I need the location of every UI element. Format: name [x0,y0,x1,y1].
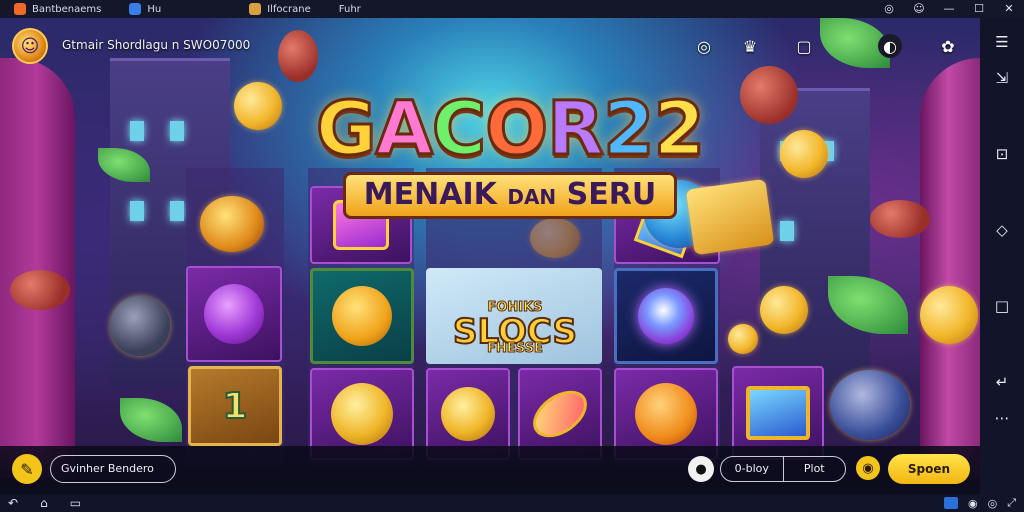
reel-symbol-text: 1 [221,385,248,428]
location-icon[interactable]: ◉ [968,497,978,510]
bean [870,200,930,238]
reel-cell [186,266,282,362]
volume-icon[interactable]: ◎ [988,497,998,510]
player-field[interactable]: Gvinher Bendero [50,455,176,483]
bean [10,270,70,310]
reel-cell [310,268,414,364]
account-icon[interactable]: ☺ [904,0,934,18]
hud-top: ☺ Gtmair Shordlagu n SWO07000 ◎ ♛ ▢ ◐ ✿ [0,18,980,74]
coin [200,196,264,252]
chat-icon[interactable]: ◐ [878,34,902,58]
emulator-window: Bantbenaems Hu Ilfocrane Fuhr ◎ ☺ — ☐ ✕ [0,0,1024,512]
reel-cell: 1 [188,366,282,446]
tab-game[interactable]: Ilfocrane [235,0,325,18]
coin [920,286,978,344]
tab-emulator-label: Hu [147,3,162,15]
recents-icon[interactable]: ▭ [70,496,81,510]
window-controls: ◎ ☺ — ☐ ✕ [874,0,1024,18]
curtain-right [920,58,980,478]
close-icon[interactable]: ✕ [994,0,1024,18]
fullscreen-icon[interactable]: ⤢ [1007,496,1016,510]
minimize-icon[interactable]: — [934,0,964,18]
coin [234,82,282,130]
notification-icon[interactable]: ▢ [792,34,816,58]
game-viewport[interactable]: 1 GACOR22 MENAIK DAN SERU FOHIKS SLOCS F… [0,18,980,494]
emulator-icon [129,3,142,15]
tab-game-label: Ilfocrane [267,3,311,15]
back-icon[interactable]: ↵ [988,364,1016,400]
logo-title: GACOR22 [314,86,706,172]
settings-icon[interactable]: ✿ [936,34,960,58]
install-icon[interactable]: ⊡ [988,136,1016,172]
erase-icon[interactable]: ◇ [988,212,1016,248]
bean [740,66,798,124]
tab-extra-label: Fuhr [338,3,361,15]
record-icon[interactable]: ◎ [874,0,904,18]
spin-button[interactable]: Spoen [888,454,970,484]
hud-title: Gtmair Shordlagu n SWO07000 [62,38,251,52]
logo-subtitle: MENAIK DAN SERU [342,172,678,219]
bet-selector[interactable]: 0-bloy Plot [720,456,846,482]
tab-app-label: Bantbenaems [32,3,102,15]
reel-cell [614,268,718,364]
bet-left[interactable]: 0-bloy [721,457,783,481]
edit-icon[interactable]: ✎ [12,454,42,484]
avatar[interactable]: ☺ [12,28,48,64]
hud-bottom: ✎ Gvinher Bendero ● 0-bloy Plot ◉ Spoen [0,446,980,494]
emulator-sidebar: ☰ ⇲ ⊡ ◇ □ ↵ ⋯ [980,18,1024,494]
game-logo: GACOR22 MENAIK DAN SERU [300,86,720,219]
screenshot-icon[interactable]: ⇲ [988,60,1016,96]
bet-right[interactable]: Plot [782,457,846,481]
square-icon[interactable]: □ [988,288,1016,324]
more-icon[interactable]: ☰ [988,24,1016,60]
coin [830,370,910,440]
dots-icon[interactable]: ⋯ [988,400,1016,436]
home-icon[interactable]: ⌂ [40,496,48,510]
curtain-left [0,58,75,478]
tab-emulator[interactable]: Hu [115,0,175,18]
tab-app[interactable]: Bantbenaems [0,0,115,18]
keyboard-icon[interactable] [943,497,958,509]
app-icon [14,3,26,15]
back-icon[interactable]: ↶ [8,496,18,510]
headset-icon[interactable]: ◎ [692,34,716,58]
navbar-right: ◉ ◎ ⤢ [943,496,1016,510]
center-badge: FOHIKS SLOCS FHESSE [440,300,590,370]
trophy-icon[interactable]: ♛ [738,34,762,58]
lock-icon[interactable]: ● [688,456,714,482]
tab-extra[interactable]: Fuhr [325,0,375,18]
game-thumb-icon [249,3,262,15]
leaf [120,398,182,442]
bottom-navbar: ↶ ⌂ ▭ ◉ ◎ ⤢ [0,494,1024,512]
window-titlebar: Bantbenaems Hu Ilfocrane Fuhr ◎ ☺ — ☐ ✕ [0,0,1024,18]
coin [110,296,170,356]
maximize-icon[interactable]: ☐ [964,0,994,18]
coin-icon[interactable]: ◉ [856,456,880,480]
